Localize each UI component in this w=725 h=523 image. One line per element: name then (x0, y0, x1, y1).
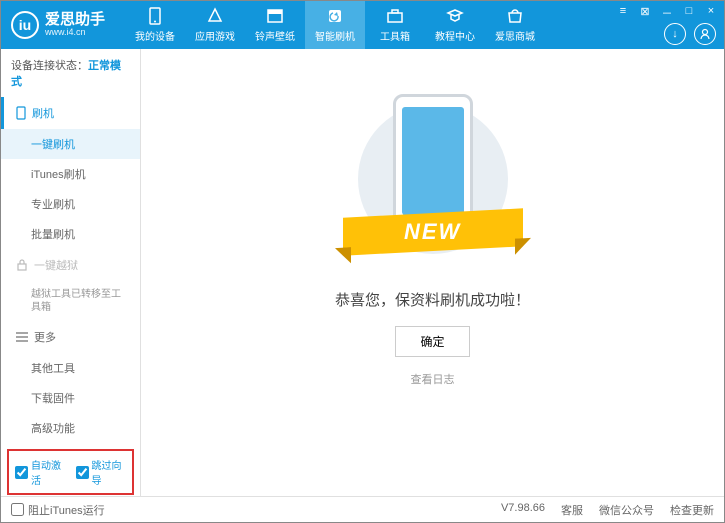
version-label: V7.98.66 (501, 502, 545, 518)
logo: iu 爱思助手 www.i4.cn (11, 11, 105, 39)
option-checks: 自动激活 跳过向导 (7, 449, 134, 495)
main-content: NEW 恭喜您，保资料刷机成功啦！ 确定 查看日志 (141, 49, 724, 496)
sidebar-item-batch[interactable]: 批量刷机 (1, 219, 140, 249)
wechat-link[interactable]: 微信公众号 (599, 502, 654, 518)
sidebar-item-other[interactable]: 其他工具 (1, 353, 140, 383)
phone-small-icon (16, 106, 26, 120)
nav-toolbox[interactable]: 工具箱 (365, 1, 425, 49)
section-flash[interactable]: 刷机 (1, 97, 140, 129)
service-link[interactable]: 客服 (561, 502, 583, 518)
section-jailbreak: 一键越狱 (1, 249, 140, 281)
user-button[interactable] (694, 23, 716, 45)
statusbar: 阻止iTunes运行 V7.98.66 客服 微信公众号 检查更新 (1, 496, 724, 522)
sidebar-item-advanced[interactable]: 高级功能 (1, 413, 140, 443)
list-icon (16, 332, 28, 342)
top-nav: 我的设备 应用游戏 铃声壁纸 智能刷机 工具箱 教程中心 爱思商城 (125, 1, 545, 49)
success-message: 恭喜您，保资料刷机成功啦！ (335, 289, 530, 310)
sidebar-item-itunes[interactable]: iTunes刷机 (1, 159, 140, 189)
phone-icon (146, 7, 164, 25)
tutorial-icon (446, 7, 464, 25)
success-illustration: NEW (353, 89, 513, 269)
update-link[interactable]: 检查更新 (670, 502, 714, 518)
check-skip-guide[interactable]: 跳过向导 (76, 457, 127, 487)
ok-button[interactable]: 确定 (395, 326, 469, 357)
lock-small-icon (16, 259, 28, 271)
body: 设备连接状态：正常模式 刷机 一键刷机 iTunes刷机 专业刷机 批量刷机 一… (1, 49, 724, 496)
nav-flash[interactable]: 智能刷机 (305, 1, 365, 49)
user-controls: ↓ (664, 23, 716, 45)
nav-apps[interactable]: 应用游戏 (185, 1, 245, 49)
nav-tutorials[interactable]: 教程中心 (425, 1, 485, 49)
nav-ringtones[interactable]: 铃声壁纸 (245, 1, 305, 49)
sidebar-item-oneclick[interactable]: 一键刷机 (1, 129, 140, 159)
jailbreak-notice: 越狱工具已转移至工具箱 (1, 281, 140, 321)
sidebar-item-pro[interactable]: 专业刷机 (1, 189, 140, 219)
menu-icon[interactable]: ≡ (616, 5, 630, 21)
check-block-itunes[interactable]: 阻止iTunes运行 (11, 502, 105, 518)
app-url: www.i4.cn (45, 28, 105, 38)
titlebar: iu 爱思助手 www.i4.cn 我的设备 应用游戏 铃声壁纸 智能刷机 工具… (1, 1, 724, 49)
app-name: 爱思助手 (45, 12, 105, 29)
lock-icon[interactable]: ⊠ (638, 5, 652, 21)
app-window: iu 爱思助手 www.i4.cn 我的设备 应用游戏 铃声壁纸 智能刷机 工具… (0, 0, 725, 523)
view-log-link[interactable]: 查看日志 (411, 371, 455, 387)
wallpaper-icon (266, 7, 284, 25)
apps-icon (206, 7, 224, 25)
sidebar: 设备连接状态：正常模式 刷机 一键刷机 iTunes刷机 专业刷机 批量刷机 一… (1, 49, 141, 496)
close-icon[interactable]: × (704, 5, 718, 21)
minimize-icon[interactable]: － (660, 5, 674, 21)
logo-icon: iu (11, 11, 39, 39)
download-button[interactable]: ↓ (664, 23, 686, 45)
connection-status: 设备连接状态：正常模式 (1, 49, 140, 97)
store-icon (506, 7, 524, 25)
sidebar-item-firmware[interactable]: 下载固件 (1, 383, 140, 413)
check-auto-activate[interactable]: 自动激活 (15, 457, 66, 487)
toolbox-icon (386, 7, 404, 25)
flash-icon (326, 7, 344, 25)
new-ribbon: NEW (343, 208, 523, 255)
window-controls: ≡ ⊠ － □ × (616, 5, 718, 21)
section-more[interactable]: 更多 (1, 321, 140, 353)
nav-store[interactable]: 爱思商城 (485, 1, 545, 49)
nav-my-device[interactable]: 我的设备 (125, 1, 185, 49)
maximize-icon[interactable]: □ (682, 5, 696, 21)
